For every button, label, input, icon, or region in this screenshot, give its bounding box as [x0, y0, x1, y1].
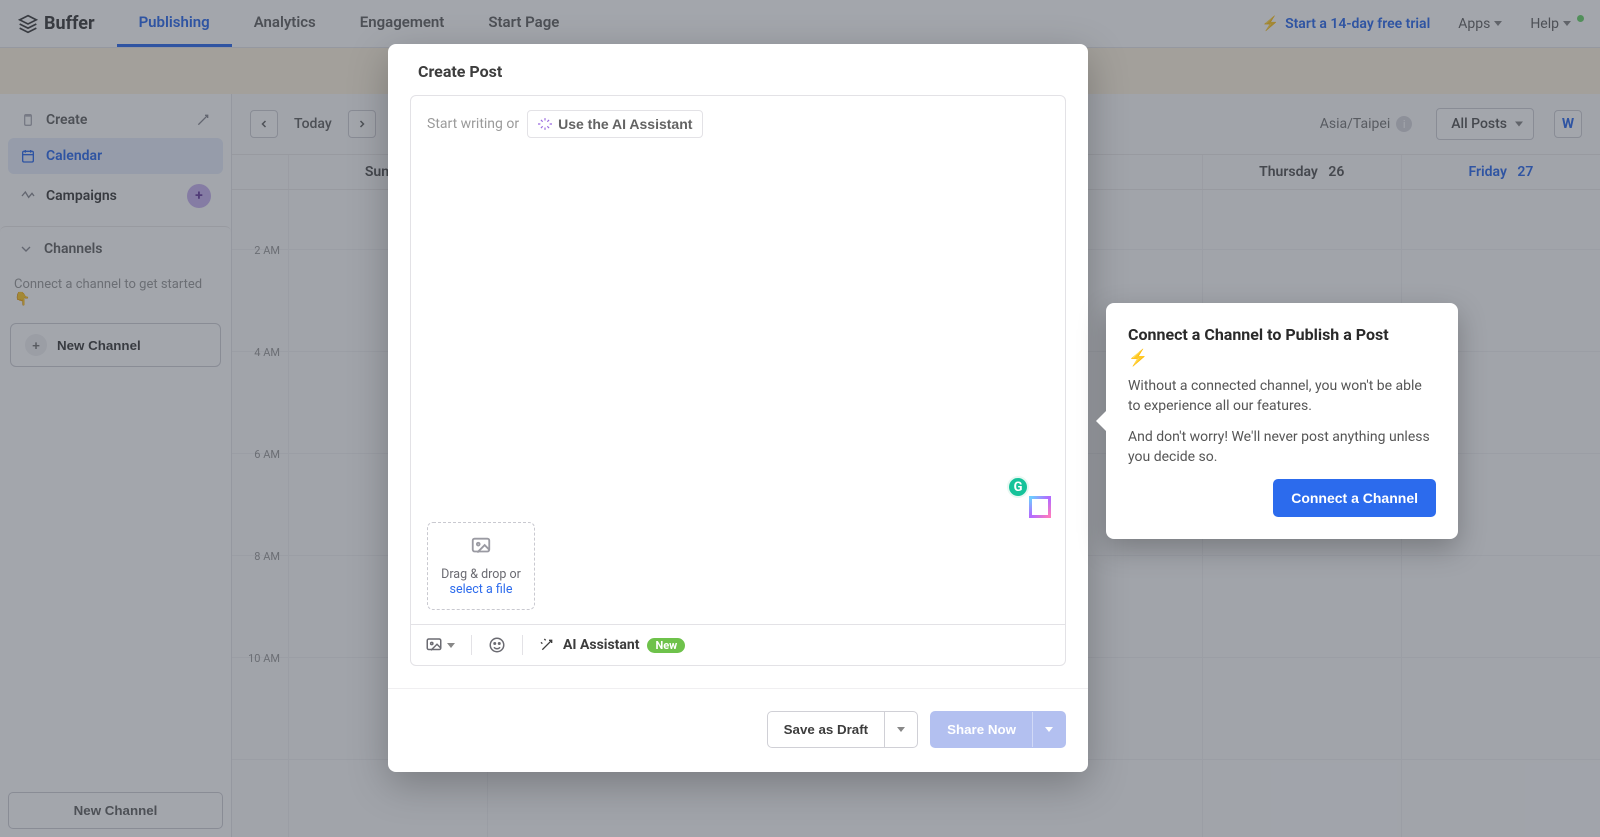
editor-area[interactable]: Start writing or Use the AI Assistant G … [411, 96, 1065, 624]
share-now-menu-button[interactable] [1032, 712, 1065, 747]
new-badge: New [647, 638, 685, 653]
share-now-button[interactable]: Share Now [931, 712, 1032, 747]
use-ai-assistant-button[interactable]: Use the AI Assistant [527, 110, 703, 138]
bolt-icon: ⚡ [1128, 348, 1148, 367]
chevron-down-icon [897, 727, 905, 732]
save-draft-button[interactable]: Save as Draft [768, 712, 884, 747]
editor-placeholder: Start writing or Use the AI Assistant [427, 110, 1049, 138]
divider [471, 635, 472, 655]
magic-wand-icon [539, 637, 555, 653]
sparkle-icon [538, 117, 552, 131]
ai-btn-label: Use the AI Assistant [558, 116, 692, 132]
save-draft-menu-button[interactable] [884, 712, 917, 747]
save-draft-split-button: Save as Draft [767, 711, 918, 748]
image-icon [425, 636, 443, 654]
image-icon [470, 535, 492, 557]
media-dropzone[interactable]: Drag & drop or select a file [427, 522, 535, 610]
modal-title: Create Post [388, 44, 1088, 95]
create-post-modal: Create Post Start writing or Use the AI … [388, 44, 1088, 772]
ai-halo-icon[interactable] [1029, 496, 1051, 518]
grammarly-icon[interactable]: G [1007, 476, 1029, 498]
share-now-split-button: Share Now [930, 711, 1066, 748]
chevron-down-icon [1045, 727, 1053, 732]
emoji-icon [488, 636, 506, 654]
ai-assistant-toolbar-button[interactable]: AI Assistant New [539, 637, 685, 653]
dropzone-text: Drag & drop or [441, 567, 521, 582]
emoji-button[interactable] [488, 636, 506, 654]
editor-box: Start writing or Use the AI Assistant G … [410, 95, 1066, 666]
modal-footer: Save as Draft Share Now [388, 688, 1088, 772]
divider [522, 635, 523, 655]
dropzone-select-file-link[interactable]: select a file [450, 582, 513, 597]
ai-assistant-label: AI Assistant [563, 637, 639, 653]
editor-toolbar: AI Assistant New [411, 624, 1065, 665]
connect-channel-popover: Connect a Channel to Publish a Post ⚡ Wi… [1106, 303, 1458, 539]
image-upload-button[interactable] [425, 636, 455, 654]
chevron-down-icon [447, 643, 455, 648]
popover-title: Connect a Channel to Publish a Post [1128, 325, 1436, 344]
placeholder-lead: Start writing or [427, 116, 519, 132]
connect-channel-button[interactable]: Connect a Channel [1273, 479, 1436, 517]
popover-text-1: Without a connected channel, you won't b… [1128, 377, 1436, 416]
popover-text-2: And don't worry! We'll never post anythi… [1128, 428, 1436, 467]
